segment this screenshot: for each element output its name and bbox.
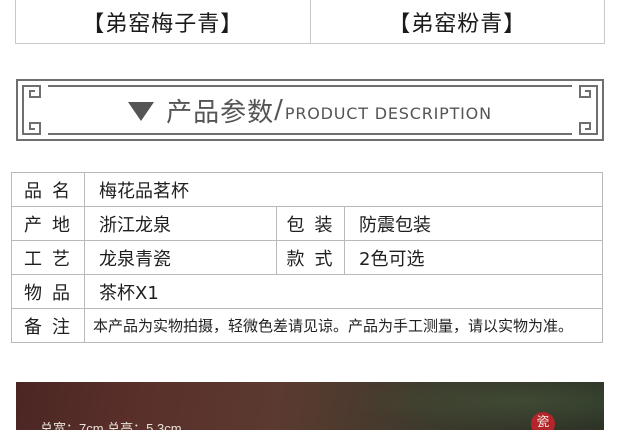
table-row: 物品 茶杯X1 <box>11 274 603 309</box>
section-header: 产品参数 / PRODUCT DESCRIPTION <box>14 77 606 143</box>
photo-dimension-caption: 总宽：7cm 总高：5.3cm <box>40 421 182 430</box>
spec-label-packaging: 包装 <box>276 206 345 241</box>
variant-option-fenqing[interactable]: 【弟窑粉青】 <box>309 0 605 43</box>
seal-stamp: 瓷 <box>531 412 555 430</box>
spec-value-name: 梅花品茗杯 <box>84 172 603 207</box>
spec-value-item: 茶杯X1 <box>84 274 603 309</box>
spec-label-craft: 工艺 <box>11 240 85 275</box>
spec-value-packaging: 防震包装 <box>344 206 603 241</box>
table-row: 备注 本产品为实物拍摄，轻微色差请见谅。产品为手工测量，请以实物为准。 <box>11 308 603 343</box>
table-row: 品名 梅花品茗杯 <box>11 172 603 207</box>
section-title: 产品参数 / PRODUCT DESCRIPTION <box>14 77 606 143</box>
spec-value-origin: 浙江龙泉 <box>84 206 277 241</box>
spec-label-item: 物品 <box>11 274 85 309</box>
product-spec-table: 品名 梅花品茗杯 产地 浙江龙泉 包装 防震包装 工艺 龙泉青瓷 款式 2色可选… <box>11 172 603 343</box>
section-title-separator: / <box>274 95 283 125</box>
table-row: 工艺 龙泉青瓷 款式 2色可选 <box>11 240 603 275</box>
product-photo: 总宽：7cm 总高：5.3cm 瓷 <box>16 382 604 430</box>
spec-label-name: 品名 <box>11 172 85 207</box>
variant-option-meiziqing[interactable]: 【弟窑梅子青】 <box>16 0 310 43</box>
table-row: 产地 浙江龙泉 包装 防震包装 <box>11 206 603 241</box>
spec-value-style: 2色可选 <box>344 240 603 275</box>
photo-background-foliage <box>344 382 604 430</box>
variant-selector: 【弟窑梅子青】 【弟窑粉青】 <box>15 0 605 44</box>
spec-value-note: 本产品为实物拍摄，轻微色差请见谅。产品为手工测量，请以实物为准。 <box>84 308 603 343</box>
section-title-en: PRODUCT DESCRIPTION <box>284 103 492 123</box>
spec-label-note: 备注 <box>11 308 85 343</box>
spec-label-origin: 产地 <box>11 206 85 241</box>
spec-label-style: 款式 <box>276 240 345 275</box>
spec-value-craft: 龙泉青瓷 <box>84 240 277 275</box>
section-title-cn: 产品参数 <box>166 97 275 128</box>
triangle-down-icon <box>128 101 155 121</box>
